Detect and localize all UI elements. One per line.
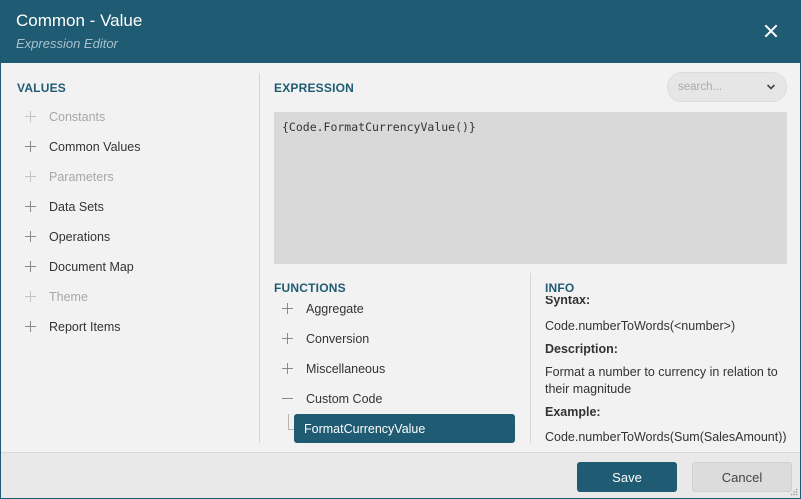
dialog-header: Common - Value Expression Editor	[1, 1, 800, 63]
plus-icon	[282, 333, 294, 345]
plus-icon	[25, 291, 37, 303]
values-title: VALUES	[17, 81, 66, 95]
values-item-label: Report Items	[49, 320, 121, 334]
functions-item-aggregate[interactable]: Aggregate	[282, 299, 364, 319]
plus-icon	[25, 261, 37, 273]
description-text-line2: their magnitude	[545, 382, 632, 396]
values-item-label: Operations	[49, 230, 111, 244]
syntax-text: Code.numberToWords(<number>)	[545, 319, 736, 333]
info-panel: Syntax: Code.numberToWords(<number>) Des…	[545, 296, 790, 443]
description-text-line1: Format a number to currency in relation …	[545, 365, 778, 379]
column-divider	[259, 73, 260, 443]
description-label: Description:	[545, 342, 618, 356]
plus-icon	[282, 363, 294, 375]
functions-title: FUNCTIONS	[274, 281, 346, 295]
values-item-theme[interactable]: Theme	[25, 287, 88, 307]
dialog-footer: Save Cancel	[1, 452, 800, 498]
plus-icon	[25, 141, 37, 153]
values-item-label: Document Map	[49, 260, 134, 274]
plus-icon	[25, 321, 37, 333]
save-button[interactable]: Save	[577, 462, 677, 492]
plus-icon	[25, 111, 37, 123]
minus-icon	[282, 393, 294, 405]
values-item-constants[interactable]: Constants	[25, 107, 105, 127]
expression-editor-dialog: Common - Value Expression Editor VALUES …	[0, 0, 801, 499]
functions-item-custom-code[interactable]: Custom Code	[282, 389, 382, 409]
values-item-common-values[interactable]: Common Values	[25, 137, 140, 157]
values-item-label: Parameters	[49, 170, 114, 184]
functions-item-label: Aggregate	[306, 302, 364, 316]
functions-item-conversion[interactable]: Conversion	[282, 329, 369, 349]
dialog-subtitle: Expression Editor	[16, 36, 118, 51]
dialog-title: Common - Value	[16, 11, 143, 30]
functions-item-miscellaneous[interactable]: Miscellaneous	[282, 359, 385, 379]
column-divider	[530, 273, 531, 443]
syntax-label: Syntax:	[545, 296, 591, 307]
values-item-label: Data Sets	[49, 200, 104, 214]
plus-icon	[25, 201, 37, 213]
plus-icon	[25, 171, 37, 183]
values-item-operations[interactable]: Operations	[25, 227, 110, 247]
values-item-label: Theme	[49, 290, 88, 304]
search-input[interactable]	[678, 79, 760, 95]
resize-grip-icon[interactable]	[790, 488, 798, 496]
plus-icon	[25, 231, 37, 243]
search-dropdown[interactable]	[667, 72, 787, 102]
functions-item-label: Custom Code	[306, 392, 383, 406]
example-text: Code.numberToWords(Sum(SalesAmount))	[545, 430, 787, 443]
functions-item-label: Miscellaneous	[306, 362, 386, 376]
values-item-parameters[interactable]: Parameters	[25, 167, 114, 187]
values-item-label: Common Values	[49, 140, 141, 154]
plus-icon	[282, 303, 294, 315]
chevron-down-icon[interactable]	[766, 82, 776, 92]
example-label: Example:	[545, 405, 601, 419]
function-item-selected[interactable]: FormatCurrencyValue	[294, 414, 515, 443]
values-item-data-sets[interactable]: Data Sets	[25, 197, 104, 217]
values-item-report-items[interactable]: Report Items	[25, 317, 121, 337]
functions-item-label: Conversion	[306, 332, 370, 346]
expression-textarea[interactable]: {Code.FormatCurrencyValue()}	[274, 112, 787, 264]
values-item-label: Constants	[49, 110, 106, 124]
cancel-button[interactable]: Cancel	[692, 462, 792, 492]
expression-title: EXPRESSION	[274, 81, 355, 95]
expression-editor[interactable]: {Code.FormatCurrencyValue()}	[274, 112, 787, 264]
info-title: INFO	[545, 281, 575, 295]
close-icon[interactable]	[761, 21, 781, 41]
values-item-document-map[interactable]: Document Map	[25, 257, 134, 277]
